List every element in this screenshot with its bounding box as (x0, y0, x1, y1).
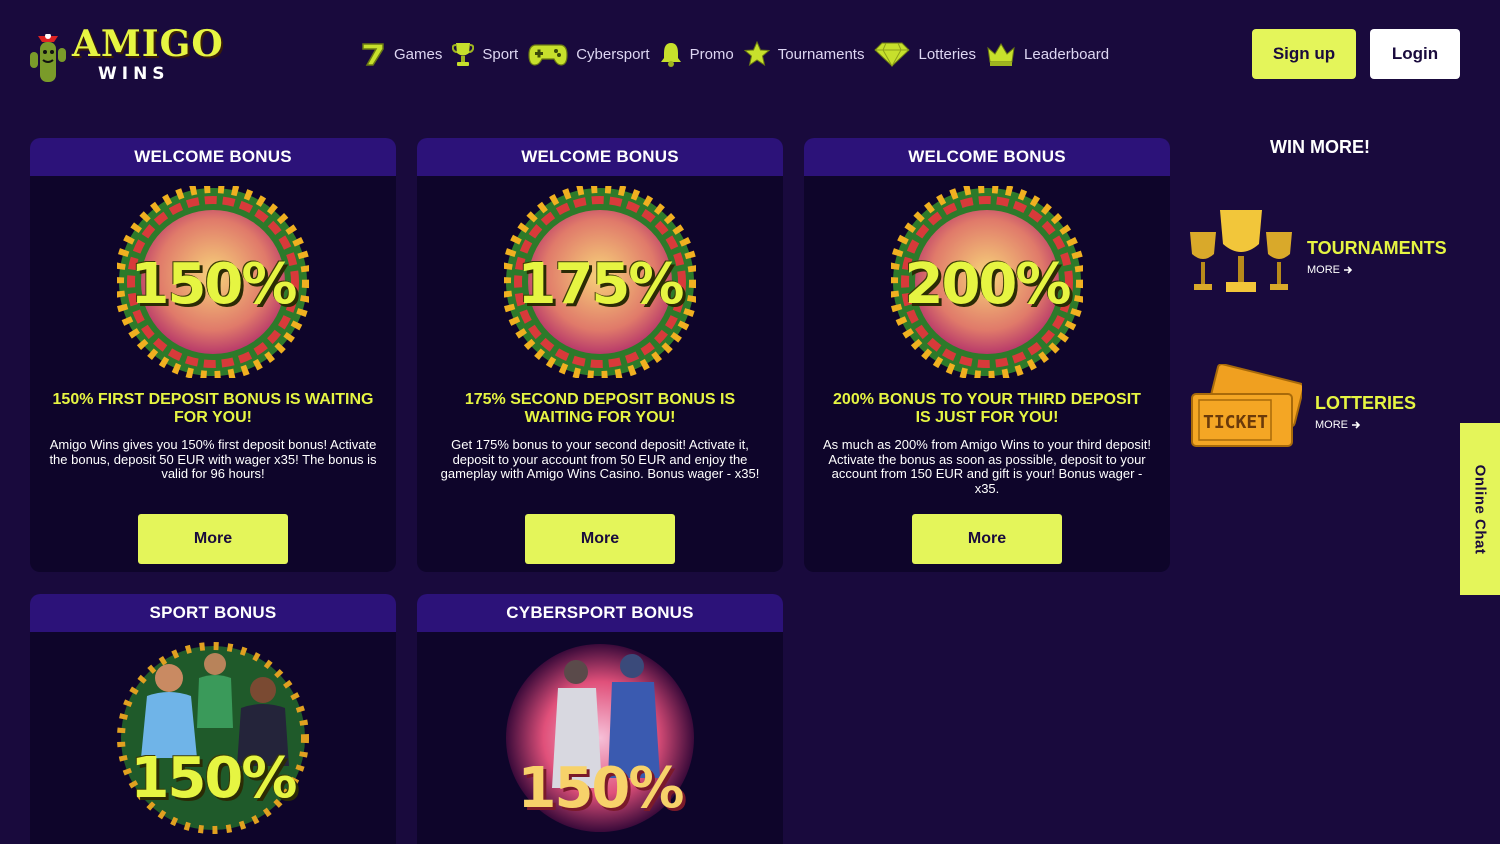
diamond-icon (874, 42, 911, 67)
seven-icon (362, 43, 384, 66)
card-header: WELCOME BONUS (30, 138, 396, 176)
site-header: AMIGO WINS Games Sport Cybersport Promo … (0, 0, 1500, 110)
nav-label: Lotteries (918, 45, 977, 63)
bonus-card-welcome-second: WELCOME BONUS 175% 175% SECOND DEPOSIT B… (417, 138, 783, 572)
nav-item-leaderboard[interactable]: Leaderboard (986, 41, 1109, 67)
gamepad-icon (528, 44, 568, 66)
card-title: 175% SECOND DEPOSIT BONUS IS WAITING FOR… (464, 391, 736, 426)
signup-button[interactable]: Sign up (1252, 29, 1356, 79)
bonus-percent: 150% (130, 252, 297, 317)
ticket-icon: TICKET (1191, 364, 1302, 447)
online-chat-tab[interactable]: Online Chat (1460, 423, 1500, 595)
bonus-percent: 200% (904, 252, 1071, 317)
brand-logo[interactable]: AMIGO WINS (28, 24, 223, 86)
card-title: 150% FIRST DEPOSIT BONUS IS WAITING FOR … (52, 391, 374, 426)
more-button[interactable]: More (912, 514, 1062, 564)
nav-label: Cybersport (576, 45, 650, 63)
nav-item-lotteries[interactable]: Lotteries (874, 41, 976, 67)
sidebar-more-link[interactable]: MORE (1307, 264, 1353, 276)
bonus-percent: 150% (517, 756, 684, 821)
more-label: MORE (1307, 264, 1340, 276)
trophy-icon (452, 43, 475, 66)
sidebar-item-title: TOURNAMENTS (1307, 238, 1447, 258)
star-icon (743, 41, 770, 67)
bonus-card-cybersport: CYBERSPORT BONUS 150% (417, 594, 783, 844)
bonus-percent: 175% (517, 252, 684, 317)
nav-item-tournaments[interactable]: Tournaments (743, 41, 865, 67)
logo-subtext: WINS (98, 64, 170, 84)
more-button[interactable]: More (138, 514, 288, 564)
card-header: WELCOME BONUS (804, 138, 1170, 176)
card-header: SPORT BONUS (30, 594, 396, 632)
win-more-heading: WIN MORE! (1270, 137, 1370, 157)
bonus-badge: 150% (117, 638, 309, 834)
nav-item-games[interactable]: Games (360, 41, 442, 67)
more-button[interactable]: More (525, 514, 675, 564)
sidebar-item-lotteries[interactable]: TICKET LOTTERIES MORE (1190, 364, 1460, 454)
bonus-badge: 150% (114, 183, 312, 381)
nav-label: Sport (482, 45, 519, 63)
card-description: Get 175% bonus to your second deposit! A… (440, 437, 760, 481)
bonus-badge: 200% (888, 183, 1086, 381)
card-description: As much as 200% from Amigo Wins to your … (822, 437, 1152, 496)
more-label: MORE (1315, 419, 1348, 431)
sidebar-more-link[interactable]: MORE (1315, 419, 1361, 431)
card-description: Amigo Wins gives you 150% first deposit … (49, 437, 377, 481)
card-header: WELCOME BONUS (417, 138, 783, 176)
nav-label: Tournaments (777, 45, 865, 63)
nav-label: Promo (689, 45, 734, 63)
main-nav: Games Sport Cybersport Promo Tournaments… (360, 38, 1119, 70)
bonus-card-sport: SPORT BONUS 150% (30, 594, 396, 844)
arrow-right-icon (1344, 266, 1353, 274)
bonus-badge: 175% (501, 183, 699, 381)
bonus-card-welcome-third: WELCOME BONUS 200% 200% BONUS TO YOUR TH… (804, 138, 1170, 572)
trophies-icon (1190, 210, 1292, 292)
sidebar-item-title: LOTTERIES (1315, 393, 1417, 413)
chat-label: Online Chat (1471, 464, 1489, 554)
bonus-card-welcome-first: WELCOME BONUS 150% 150% FIRST DEPOSIT BO… (30, 138, 396, 572)
bonus-percent: 150% (130, 746, 297, 811)
bonus-badge: 150% (504, 638, 696, 832)
card-title: 200% BONUS TO YOUR THIRD DEPOSIT IS JUST… (833, 391, 1141, 426)
sidebar-item-tournaments[interactable]: TOURNAMENTS MORE (1186, 206, 1466, 302)
arrow-right-icon (1352, 421, 1361, 429)
ticket-text: TICKET (1203, 412, 1268, 433)
nav-label: Games (394, 45, 443, 63)
bell-icon (660, 43, 681, 67)
nav-item-promo[interactable]: Promo (660, 41, 734, 67)
logo-text: AMIGO (72, 23, 224, 65)
nav-item-sport[interactable]: Sport (452, 41, 518, 67)
crown-icon (987, 43, 1015, 66)
card-header: CYBERSPORT BONUS (417, 594, 783, 632)
nav-item-cybersport[interactable]: Cybersport (528, 41, 650, 67)
login-button[interactable]: Login (1370, 29, 1460, 79)
nav-label: Leaderboard (1024, 45, 1110, 63)
cactus-mascot-icon (30, 34, 66, 82)
